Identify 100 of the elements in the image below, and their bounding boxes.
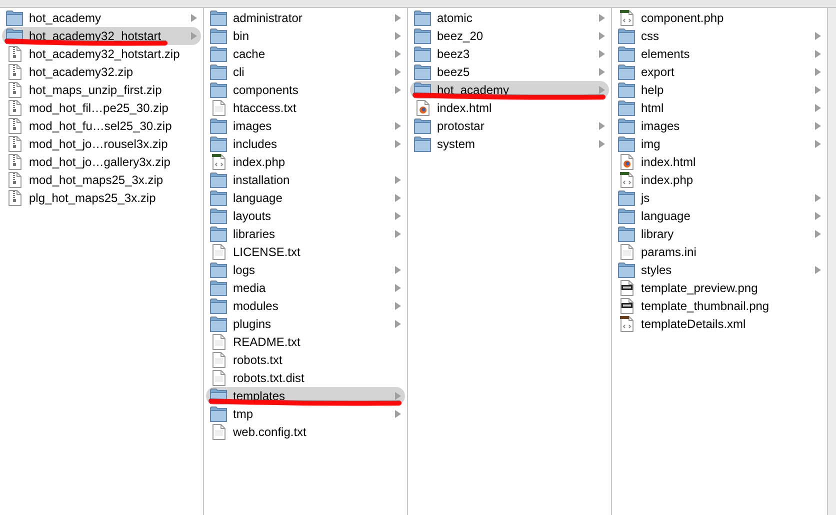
disclosure-arrow-icon [815, 86, 821, 94]
file-list-item[interactable]: media [206, 279, 405, 297]
file-list-item[interactable]: js [614, 189, 825, 207]
folder-icon [618, 190, 635, 206]
disclosure-arrow-icon [395, 320, 401, 328]
file-list-item[interactable]: mod_hot_fu…sel25_30.zip [2, 117, 201, 135]
file-list-item[interactable]: bin [206, 27, 405, 45]
zip-file-icon [8, 190, 22, 206]
folder-icon [618, 226, 635, 242]
file-list-item[interactable]: hot_maps_unzip_first.zip [2, 81, 201, 99]
file-list-item[interactable]: mod_hot_fil…pe25_30.zip [2, 99, 201, 117]
file-list-item[interactable]: mod_hot_jo…gallery3x.zip [2, 153, 201, 171]
document-icon [620, 244, 634, 260]
file-list-item[interactable]: beez_20 [410, 27, 609, 45]
file-list-item[interactable]: hot_academy [2, 9, 201, 27]
zip-file-icon [8, 64, 22, 80]
file-list-item[interactable]: tmp [206, 405, 405, 423]
disclosure-arrow-icon [815, 230, 821, 238]
file-list-item[interactable]: hot_academy32.zip [2, 63, 201, 81]
disclosure-arrow-icon [815, 194, 821, 202]
file-list-item[interactable]: language [206, 189, 405, 207]
file-list-item[interactable]: index.php [206, 153, 405, 171]
disclosure-arrow-icon [599, 14, 605, 22]
file-list-item[interactable]: layouts [206, 207, 405, 225]
document-icon [212, 352, 226, 368]
file-list-item[interactable]: cli [206, 63, 405, 81]
file-list-item[interactable]: index.html [614, 153, 825, 171]
file-list-item[interactable]: beez3 [410, 45, 609, 63]
folder-icon [618, 46, 635, 62]
file-list-item[interactable]: beez5 [410, 63, 609, 81]
file-list-item[interactable]: protostar [410, 117, 609, 135]
file-list-item[interactable]: mod_hot_jo…rousel3x.zip [2, 135, 201, 153]
file-list-item[interactable]: plugins [206, 315, 405, 333]
code-file-icon [212, 154, 226, 170]
file-list-item[interactable]: templates [206, 387, 405, 405]
file-list-item[interactable]: web.config.txt [206, 423, 405, 441]
folder-icon [414, 46, 431, 62]
file-list-item[interactable]: hot_academy32_hotstart.zip [2, 45, 201, 63]
file-list-item[interactable]: installation [206, 171, 405, 189]
disclosure-arrow-icon [815, 266, 821, 274]
file-list-item[interactable]: hot_academy [410, 81, 609, 99]
folder-icon [210, 226, 227, 242]
file-list-item[interactable]: libraries [206, 225, 405, 243]
file-list-item[interactable]: help [614, 81, 825, 99]
file-list-item[interactable]: mod_hot_maps25_3x.zip [2, 171, 201, 189]
file-list-item[interactable]: administrator [206, 9, 405, 27]
disclosure-arrow-icon [815, 140, 821, 148]
disclosure-arrow-icon [395, 68, 401, 76]
disclosure-arrow-icon [815, 32, 821, 40]
file-list-item[interactable]: modules [206, 297, 405, 315]
file-list-item[interactable]: LICENSE.txt [206, 243, 405, 261]
file-list-item[interactable]: robots.txt [206, 351, 405, 369]
folder-icon [210, 82, 227, 98]
file-list-item[interactable]: plg_hot_maps25_3x.zip [2, 189, 201, 207]
disclosure-arrow-icon [191, 14, 197, 22]
file-list-item[interactable]: cache [206, 45, 405, 63]
web-file-icon [416, 100, 430, 116]
disclosure-arrow-icon [599, 86, 605, 94]
file-list-item[interactable]: robots.txt.dist [206, 369, 405, 387]
file-list-item[interactable]: logs [206, 261, 405, 279]
disclosure-arrow-icon [599, 122, 605, 130]
folder-icon [210, 298, 227, 314]
file-list-item[interactable]: export [614, 63, 825, 81]
file-list-item[interactable]: index.php [614, 171, 825, 189]
file-list-item[interactable]: params.ini [614, 243, 825, 261]
file-list-item[interactable]: component.php [614, 9, 825, 27]
folder-icon [618, 28, 635, 44]
disclosure-arrow-icon [395, 122, 401, 130]
file-list-item[interactable]: index.html [410, 99, 609, 117]
disclosure-arrow-icon [395, 410, 401, 418]
file-list-item[interactable]: styles [614, 261, 825, 279]
image-file-icon [620, 280, 634, 296]
file-list-item[interactable]: img [614, 135, 825, 153]
folder-icon [618, 262, 635, 278]
file-list-item[interactable]: hot_academy32_hotstart [2, 27, 201, 45]
file-list-item[interactable]: templateDetails.xml [614, 315, 825, 333]
disclosure-arrow-icon [599, 50, 605, 58]
file-list-item[interactable]: library [614, 225, 825, 243]
file-list-item[interactable]: template_thumbnail.png [614, 297, 825, 315]
file-list-item[interactable]: htaccess.txt [206, 99, 405, 117]
file-list-item[interactable]: html [614, 99, 825, 117]
file-list-item[interactable]: images [206, 117, 405, 135]
folder-icon [210, 10, 227, 26]
file-list-item[interactable]: atomic [410, 9, 609, 27]
file-list-item[interactable]: README.txt [206, 333, 405, 351]
folder-icon [210, 46, 227, 62]
disclosure-arrow-icon [815, 212, 821, 220]
file-list-item[interactable]: template_preview.png [614, 279, 825, 297]
file-list-item[interactable]: components [206, 81, 405, 99]
file-list-item[interactable]: language [614, 207, 825, 225]
folder-icon [414, 10, 431, 26]
file-list-item[interactable]: system [410, 135, 609, 153]
file-list-item[interactable]: images [614, 117, 825, 135]
folder-icon [414, 136, 431, 152]
folder-icon [414, 64, 431, 80]
file-list-item[interactable]: includes [206, 135, 405, 153]
disclosure-arrow-icon [395, 302, 401, 310]
folder-icon [618, 82, 635, 98]
file-list-item[interactable]: elements [614, 45, 825, 63]
file-list-item[interactable]: css [614, 27, 825, 45]
